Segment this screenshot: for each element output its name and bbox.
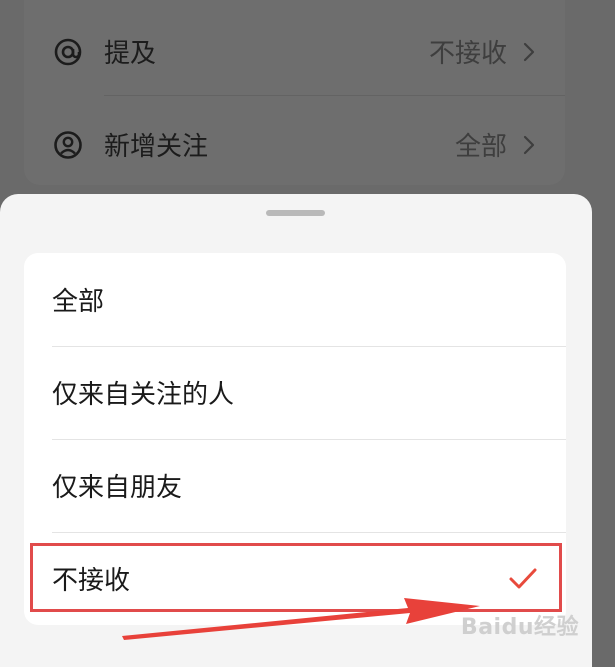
settings-row-label: 提及 — [104, 39, 157, 69]
option-label: 仅来自朋友 — [52, 473, 183, 503]
annotation-highlight-box — [30, 543, 562, 612]
option-all[interactable]: 全部 — [24, 253, 566, 346]
at-icon — [52, 36, 84, 68]
watermark-logo: Baidu经验 — [460, 615, 579, 640]
chevron-right-icon — [521, 40, 537, 64]
screen: 提及 不接收 新增关注 全部 全部 仅来自关注的人 仅来自朋友 不接收 Baid… — [0, 0, 615, 667]
divider — [104, 95, 565, 96]
user-circle-icon — [52, 129, 84, 161]
option-label: 全部 — [52, 287, 105, 317]
option-label: 仅来自关注的人 — [52, 380, 235, 410]
settings-row-mention[interactable]: 提及 不接收 — [24, 5, 565, 98]
settings-card: 提及 不接收 新增关注 全部 — [24, 0, 565, 185]
settings-row-new-follow[interactable]: 新增关注 全部 — [24, 98, 565, 191]
settings-row-value: 全部 — [454, 132, 507, 162]
settings-row-label: 新增关注 — [104, 132, 209, 162]
chevron-right-icon — [521, 133, 537, 157]
settings-row-value: 不接收 — [428, 39, 507, 69]
sheet-grabber[interactable] — [266, 210, 325, 216]
option-followed-only[interactable]: 仅来自关注的人 — [24, 346, 566, 439]
option-friends-only[interactable]: 仅来自朋友 — [24, 439, 566, 532]
